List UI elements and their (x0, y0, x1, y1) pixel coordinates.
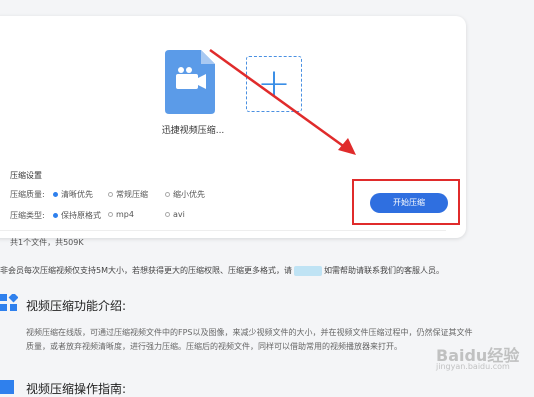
settings-title: 压缩设置 (10, 171, 42, 180)
intro-section-body: 视频压缩在线版，可通过压缩视频文件中的FPS以及图像，来减少视频文件的大小，并在… (26, 328, 473, 351)
quality-option-small[interactable]: 缩小优先 (165, 189, 205, 200)
intro-section-title: 视频压缩功能介绍: (26, 299, 127, 313)
add-file-button[interactable]: + (246, 56, 302, 112)
type-option-original[interactable]: 保持原格式 (53, 210, 101, 221)
radio-icon (108, 192, 113, 197)
quality-label: 压缩质量: (10, 190, 45, 199)
radio-selected-icon (53, 213, 58, 218)
annotation-highlight-box (352, 179, 460, 225)
quality-option-normal[interactable]: 常规压缩 (108, 189, 148, 200)
guide-section-title: 视频压缩操作指南: (26, 382, 127, 396)
feature-grid-icon (0, 294, 18, 311)
quality-row: 压缩质量: (10, 189, 52, 200)
guide-section-icon (0, 380, 14, 394)
type-option-mp4[interactable]: mp4 (108, 210, 134, 219)
redacted-link[interactable] (294, 265, 322, 276)
quality-option-clear[interactable]: 清晰优先 (53, 189, 93, 200)
radio-icon (108, 212, 113, 217)
divider (0, 230, 446, 231)
type-label: 压缩类型: (10, 211, 45, 220)
member-notice: 非会员每次压缩视频仅支持5M大小，若想获得更大的压缩权限、压缩更多格式，请 如需帮… (0, 265, 444, 276)
file-count: 共1个文件，共509K (10, 238, 84, 247)
radio-selected-icon (53, 192, 58, 197)
type-row: 压缩类型: (10, 210, 52, 221)
file-name: 迅捷视频压缩... (161, 126, 225, 136)
radio-icon (165, 192, 170, 197)
radio-icon (165, 212, 170, 217)
uploaded-file-tile[interactable] (165, 50, 215, 114)
plus-icon: + (257, 61, 291, 107)
video-file-icon (165, 50, 215, 114)
watermark-url: jingyan.baidu.com (436, 362, 510, 371)
type-option-avi[interactable]: avi (165, 210, 185, 219)
upload-card: 迅捷视频压缩... + 压缩设置 压缩质量: 清晰优先 常规压缩 缩小优先 压缩… (0, 16, 466, 247)
